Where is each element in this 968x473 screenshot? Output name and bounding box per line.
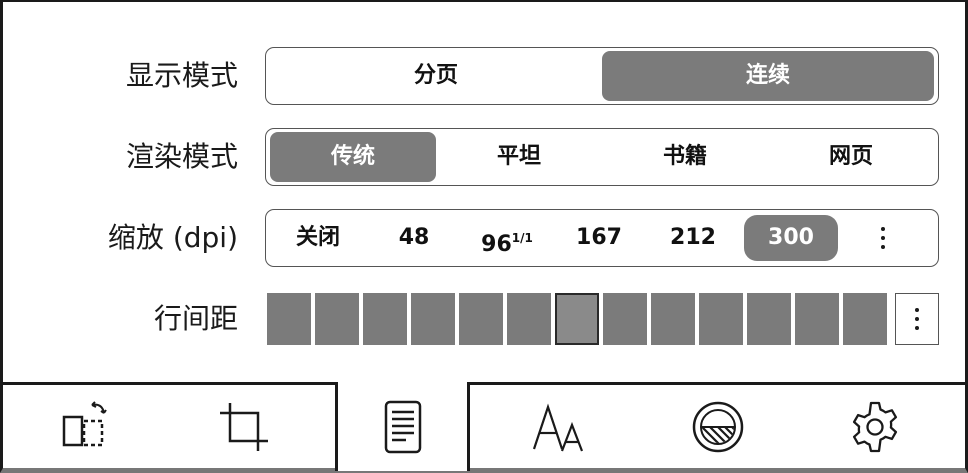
render-mode-web[interactable]: 网页 bbox=[768, 132, 934, 182]
rotate-page-icon bbox=[62, 401, 107, 447]
render-mode-flat[interactable]: 平坦 bbox=[436, 132, 602, 182]
line-spacing-level[interactable] bbox=[795, 293, 839, 345]
display-mode-row: 显示模式 分页 连续 bbox=[0, 46, 968, 106]
zoom-more-button[interactable] bbox=[838, 213, 928, 263]
contrast-icon bbox=[692, 401, 744, 453]
more-vertical-icon bbox=[881, 225, 885, 252]
tab-rotate[interactable] bbox=[58, 397, 118, 457]
render-mode-book[interactable]: 书籍 bbox=[602, 132, 768, 182]
zoom-control: 关闭 48 961/1 167 212 300 bbox=[265, 209, 939, 267]
render-mode-label: 渲染模式 bbox=[125, 140, 238, 173]
display-mode-paged[interactable]: 分页 bbox=[270, 51, 602, 101]
bottom-toolbar bbox=[0, 382, 968, 471]
zoom-212[interactable]: 212 bbox=[646, 213, 740, 263]
display-mode-continuous[interactable]: 连续 bbox=[602, 51, 934, 101]
zoom-48[interactable]: 48 bbox=[366, 213, 462, 263]
more-vertical-icon bbox=[915, 306, 919, 333]
line-spacing-level[interactable] bbox=[699, 293, 743, 345]
line-spacing-level[interactable] bbox=[651, 293, 695, 345]
line-spacing-level[interactable] bbox=[267, 293, 311, 345]
line-spacing-level[interactable] bbox=[363, 293, 407, 345]
tab-document[interactable] bbox=[373, 397, 433, 457]
line-spacing-level[interactable] bbox=[603, 293, 647, 345]
render-mode-traditional[interactable]: 传统 bbox=[270, 132, 436, 182]
line-spacing-level[interactable] bbox=[459, 293, 503, 345]
zoom-label: 缩放 (dpi) bbox=[107, 221, 238, 254]
zoom-96-value: 96 bbox=[481, 232, 512, 257]
zoom-300[interactable]: 300 bbox=[744, 215, 838, 261]
document-icon bbox=[384, 400, 422, 454]
zoom-96-fit: 1/1 bbox=[511, 231, 533, 245]
zoom-row: 缩放 (dpi) 关闭 48 961/1 167 212 300 bbox=[0, 208, 968, 268]
line-spacing-level[interactable] bbox=[507, 293, 551, 345]
tab-crop[interactable] bbox=[214, 397, 274, 457]
line-spacing-level[interactable] bbox=[315, 293, 359, 345]
tab-settings[interactable] bbox=[845, 397, 905, 457]
gear-icon bbox=[852, 401, 898, 453]
line-spacing-level[interactable] bbox=[411, 293, 455, 345]
tab-font-size[interactable] bbox=[532, 397, 592, 457]
tab-contrast[interactable] bbox=[688, 397, 748, 457]
line-spacing-more-button[interactable] bbox=[895, 293, 939, 345]
line-spacing-level[interactable] bbox=[747, 293, 791, 345]
render-mode-row: 渲染模式 传统 平坦 书籍 网页 bbox=[0, 127, 968, 187]
line-spacing-label: 行间距 bbox=[153, 302, 238, 335]
zoom-167[interactable]: 167 bbox=[552, 213, 646, 263]
zoom-off[interactable]: 关闭 bbox=[270, 213, 366, 263]
line-spacing-slider[interactable] bbox=[267, 293, 939, 345]
zoom-96[interactable]: 961/1 bbox=[462, 213, 552, 263]
display-mode-control: 分页 连续 bbox=[265, 47, 939, 105]
render-mode-control: 传统 平坦 书籍 网页 bbox=[265, 128, 939, 186]
crop-icon bbox=[220, 403, 268, 451]
display-mode-label: 显示模式 bbox=[125, 59, 238, 92]
font-size-icon bbox=[532, 403, 584, 452]
line-spacing-level[interactable] bbox=[843, 293, 887, 345]
line-spacing-level[interactable] bbox=[555, 293, 599, 345]
